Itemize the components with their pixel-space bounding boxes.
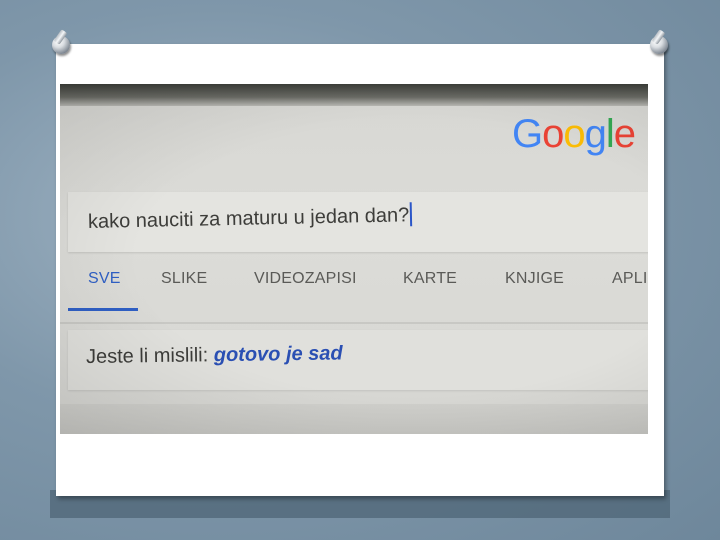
results-area-cropped	[60, 404, 648, 434]
active-tab-indicator	[68, 308, 138, 311]
logo-letter: g	[584, 112, 607, 156]
logo-letter: o	[563, 112, 585, 156]
did-you-mean-text: Jeste li mislili: gotovo je sad	[86, 342, 343, 369]
search-query: kako nauciti za maturu u jedan dan?	[87, 204, 410, 233]
tab-sve[interactable]: SVE	[88, 270, 121, 288]
logo-letter: o	[542, 112, 564, 156]
did-you-mean-card: Jeste li mislili: gotovo je sad	[68, 330, 648, 390]
photo-top-edge	[60, 84, 648, 106]
search-tabs: SVE SLIKE VIDEOZAPISI KARTE KNJIGE APLI	[68, 256, 648, 316]
logo-letter: e	[613, 112, 636, 156]
tab-apli[interactable]: APLI	[612, 270, 648, 288]
logo-letter: l	[605, 112, 615, 156]
did-you-mean-suggestion-link[interactable]: gotovo je sad	[214, 342, 343, 366]
tab-slike[interactable]: SLIKE	[161, 270, 207, 288]
did-you-mean-prefix: Jeste li mislili:	[85, 344, 209, 368]
tab-karte[interactable]: KARTE	[403, 270, 457, 288]
logo-letter: G	[512, 112, 543, 156]
search-box[interactable]: kako nauciti za maturu u jedan dan?	[68, 192, 648, 252]
tab-knjige[interactable]: KNJIGE	[505, 270, 564, 288]
section-divider	[60, 322, 648, 324]
text-caret	[409, 202, 413, 227]
tab-videozapisi[interactable]: VIDEOZAPISI	[254, 270, 357, 288]
pushpin-icon	[52, 36, 70, 54]
pushpin-icon	[650, 36, 668, 54]
google-logo: Google	[512, 112, 636, 157]
phone-screenshot-photo: Google kako nauciti za maturu u jedan da…	[60, 84, 648, 434]
search-input[interactable]: kako nauciti za maturu u jedan dan?	[88, 202, 413, 234]
